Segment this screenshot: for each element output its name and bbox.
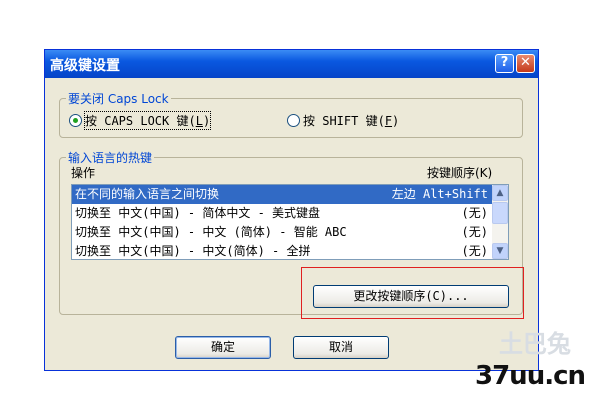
close-icon[interactable]: ✕	[516, 54, 535, 73]
radio-shift-label: 按 SHIFT 键(F)	[303, 114, 400, 128]
list-scrollbar[interactable]: ▲ ▼	[492, 185, 508, 259]
radio-shift[interactable]: 按 SHIFT 键(F)	[287, 112, 399, 129]
title-bar[interactable]: 高级键设置 ? ✕	[45, 50, 538, 78]
caps-lock-group-legend: 要关闭 Caps Lock	[66, 90, 171, 107]
site-watermark: 37uu.cn	[475, 361, 586, 391]
help-icon[interactable]: ?	[495, 54, 514, 73]
cancel-button[interactable]: 取消	[293, 336, 389, 359]
faint-watermark: 土巴兔	[499, 330, 571, 358]
list-item[interactable]: 在不同的输入语言之间切换 左边 Alt+Shift	[72, 185, 492, 204]
column-header-operation: 操作	[71, 166, 96, 180]
radio-caps-lock-label: 按 CAPS LOCK 键(L)	[83, 111, 212, 130]
hotkey-list[interactable]: 在不同的输入语言之间切换 左边 Alt+Shift 切换至 中文(中国) - 简…	[71, 184, 509, 260]
scroll-down-icon[interactable]: ▼	[492, 243, 508, 259]
list-item[interactable]: 切换至 中文(中国) - 中文(简体) - 全拼 (无)	[72, 242, 492, 259]
radio-caps-lock[interactable]: 按 CAPS LOCK 键(L)	[69, 111, 212, 130]
scroll-up-icon[interactable]: ▲	[492, 185, 508, 201]
list-item[interactable]: 切换至 中文(中国) - 中文 (简体) - 智能 ABC (无)	[72, 223, 492, 242]
change-key-sequence-button[interactable]: 更改按键顺序(C)...	[313, 285, 509, 308]
radio-caps-lock-indicator[interactable]	[69, 114, 82, 127]
scroll-thumb[interactable]	[492, 202, 508, 224]
ok-button[interactable]: 确定	[175, 336, 271, 359]
window-title: 高级键设置	[50, 58, 120, 74]
advanced-key-settings-dialog: 高级键设置 ? ✕ 要关闭 Caps Lock 按 CAPS LOCK 键(L)…	[44, 49, 539, 371]
column-header-key-sequence: 按键顺序(K)	[427, 166, 493, 180]
list-item[interactable]: 切换至 中文(中国) - 简体中文 - 美式键盘 (无)	[72, 204, 492, 223]
radio-shift-indicator[interactable]	[287, 114, 300, 127]
